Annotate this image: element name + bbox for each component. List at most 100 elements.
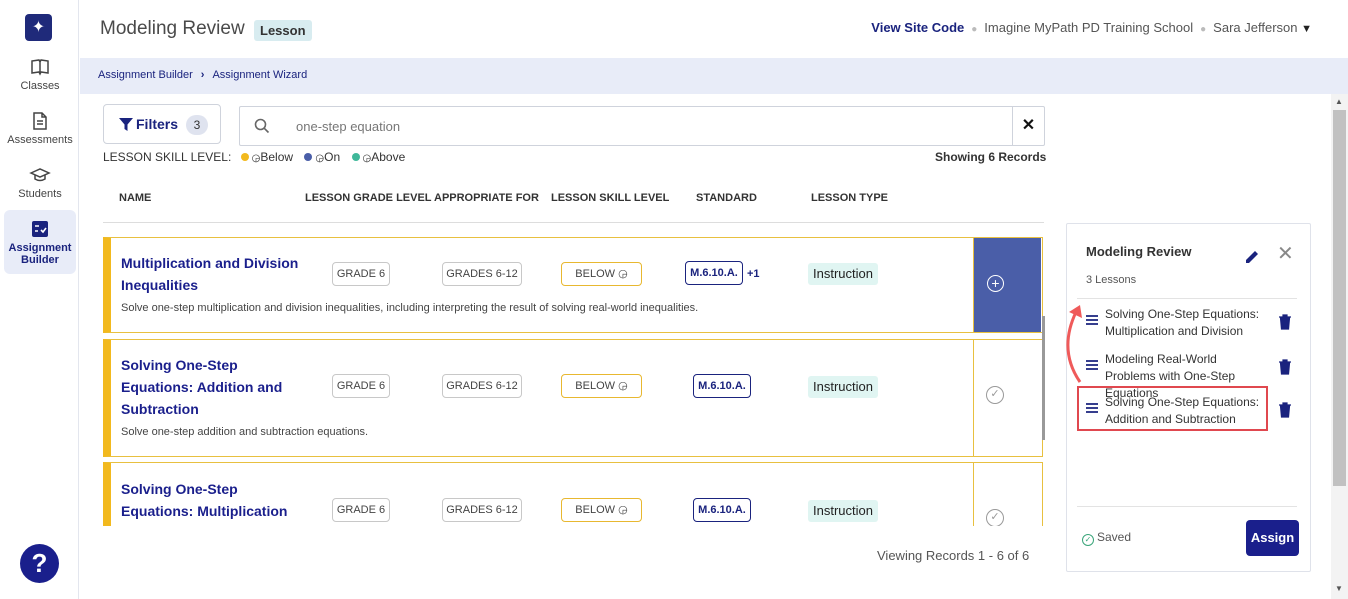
drag-handle-icon[interactable] <box>1086 314 1098 326</box>
clear-search-button[interactable]: ✕ <box>1012 107 1044 145</box>
appropriate-pill: GRADES 6-12 <box>442 374 522 398</box>
title-line: Equations: Multiplication <box>121 503 288 519</box>
lesson-count: 3 Lessons <box>1086 274 1137 286</box>
skill-pill: BELOW ◶ <box>561 498 642 522</box>
skill-label: BELOW <box>575 380 616 392</box>
column-header-appropriate[interactable]: APPROPRIATE FOR <box>434 192 539 204</box>
lesson-title[interactable]: Multiplication and Division Inequalities <box>121 252 298 296</box>
divider <box>1077 298 1297 299</box>
column-header-type[interactable]: LESSON TYPE <box>811 192 888 204</box>
caret-down-icon: ▼ <box>1301 23 1312 35</box>
helmet-icon: ◶ <box>618 268 628 280</box>
lesson-description: Solve one-step addition and subtraction … <box>121 426 369 438</box>
user-menu[interactable]: Sara Jefferson ▼ <box>1213 20 1312 35</box>
column-header-name[interactable]: NAME <box>119 192 151 204</box>
column-header-skill[interactable]: LESSON SKILL LEVEL <box>551 192 669 204</box>
separator-dot: ● <box>1200 24 1207 35</box>
list-scrollbar[interactable] <box>1042 316 1045 440</box>
standard-pill[interactable]: M.6.10.A. <box>693 374 751 398</box>
standard-more[interactable]: +1 <box>747 268 760 280</box>
sidebar-item-label: Assessments <box>7 134 73 146</box>
view-site-code-link[interactable]: View Site Code <box>871 20 964 35</box>
chevron-right-icon: › <box>200 69 205 81</box>
filters-label: Filters <box>136 116 179 132</box>
skill-pill: BELOW ◶ <box>561 262 642 286</box>
saved-status: ✓ Saved <box>1082 530 1131 546</box>
pencil-icon[interactable] <box>1243 248 1261 266</box>
breadcrumb-assignment-wizard[interactable]: Assignment Wizard <box>212 69 307 81</box>
appropriate-pill: GRADES 6-12 <box>442 498 522 522</box>
helmet-icon: ◶ <box>362 153 372 164</box>
sidebar-item-assignment-builder[interactable]: Assignment Builder <box>4 210 76 274</box>
school-name: Imagine MyPath PD Training School <box>984 20 1194 35</box>
sidebar-item-assessments[interactable]: Assessments <box>4 110 76 162</box>
lesson-badge: Lesson <box>254 20 312 41</box>
title-line: Equations: Addition and <box>121 379 283 395</box>
breadcrumb-assignment-builder[interactable]: Assignment Builder <box>98 69 193 81</box>
lesson-type-badge: Instruction <box>808 376 878 398</box>
helmet-icon: ◶ <box>315 153 325 164</box>
header-divider <box>103 222 1044 223</box>
column-header-grade[interactable]: LESSON GRADE LEVEL <box>305 192 432 204</box>
sidebar-item-label: Assignment Builder <box>8 242 72 266</box>
above-dot-icon <box>351 153 360 161</box>
scrollbar-thumb[interactable] <box>1333 110 1346 486</box>
curved-arrow-icon <box>1066 305 1082 383</box>
viewing-records: Viewing Records 1 - 6 of 6 <box>877 548 1030 563</box>
trash-icon[interactable] <box>1278 314 1292 330</box>
checklist-icon <box>32 221 48 237</box>
help-button[interactable]: ? <box>20 544 59 583</box>
panel-lesson-item[interactable]: Solving One-Step Equations: Multiplicati… <box>1084 302 1296 342</box>
graduation-cap-icon <box>29 168 51 182</box>
sidebar-item-classes[interactable]: Classes <box>4 56 76 108</box>
sidebar-item-students[interactable]: Students <box>4 164 76 216</box>
column-header-standard[interactable]: STANDARD <box>696 192 757 204</box>
below-dot-icon <box>240 153 249 161</box>
trash-icon[interactable] <box>1278 359 1292 375</box>
filters-count-badge: 3 <box>186 115 208 135</box>
drag-handle-icon[interactable] <box>1086 359 1098 371</box>
page-title: Modeling Review <box>100 18 245 39</box>
title-line: Solving One-Step <box>121 357 238 373</box>
assign-button[interactable]: Assign <box>1246 520 1299 556</box>
standard-pill[interactable]: M.6.10.A. <box>685 261 743 285</box>
title-line: Multiplication and Division <box>121 255 299 271</box>
close-icon[interactable]: ✕ <box>1277 244 1294 264</box>
panel-title: Modeling Review <box>1086 244 1192 259</box>
plus-circle-icon: + <box>987 275 1004 292</box>
lesson-card[interactable]: Multiplication and Division Inequalities… <box>103 237 1043 333</box>
top-right-nav: View Site Code ● Imagine MyPath PD Trainin… <box>871 20 1312 35</box>
filters-button[interactable]: Filters 3 <box>103 104 221 144</box>
filter-icon <box>119 118 133 131</box>
lesson-title[interactable]: Solving One-Step Equations: Multiplicati… <box>121 478 287 522</box>
trash-icon[interactable] <box>1278 402 1292 418</box>
app-logo-sparkle-icon[interactable]: ✦ <box>25 14 52 41</box>
grade-pill: GRADE 6 <box>332 374 390 398</box>
legend-label: LESSON SKILL LEVEL: <box>103 150 232 164</box>
add-lesson-button[interactable]: + <box>973 238 1041 332</box>
added-lesson-indicator: ✓ <box>973 340 1041 456</box>
check-circle-icon: ✓ <box>986 509 1004 526</box>
page-scrollbar[interactable]: ▲ ▼ <box>1331 94 1348 599</box>
lesson-list: Multiplication and Division Inequalities… <box>103 230 1045 526</box>
skill-label: BELOW <box>575 268 616 280</box>
lesson-title[interactable]: Solving One-Step Equations: Addition and… <box>121 354 282 420</box>
search-icon <box>254 118 270 134</box>
lesson-type-badge: Instruction <box>808 500 878 522</box>
book-icon <box>31 59 49 76</box>
search-input[interactable]: one-step equation <box>296 119 400 134</box>
saved-label: Saved <box>1097 530 1132 544</box>
appropriate-pill: GRADES 6-12 <box>442 262 522 286</box>
separator-dot: ● <box>971 24 978 35</box>
scroll-down-icon[interactable]: ▼ <box>1335 584 1343 593</box>
lesson-card[interactable]: Solving One-Step Equations: Addition and… <box>103 339 1043 457</box>
standard-pill[interactable]: M.6.10.A. <box>693 498 751 522</box>
search-field[interactable]: one-step equation ✕ <box>239 106 1045 146</box>
skill-label: BELOW <box>575 504 616 516</box>
lesson-type-badge: Instruction <box>808 263 878 285</box>
panel-lesson-item[interactable]: Modeling Real-World Problems with One-St… <box>1084 347 1296 400</box>
scroll-up-icon[interactable]: ▲ <box>1335 97 1343 106</box>
lesson-card[interactable]: Solving One-Step Equations: Multiplicati… <box>103 462 1043 526</box>
sidebar: ✦ Classes Assessments Students Assignmen… <box>0 0 79 599</box>
on-dot-icon <box>304 153 313 161</box>
